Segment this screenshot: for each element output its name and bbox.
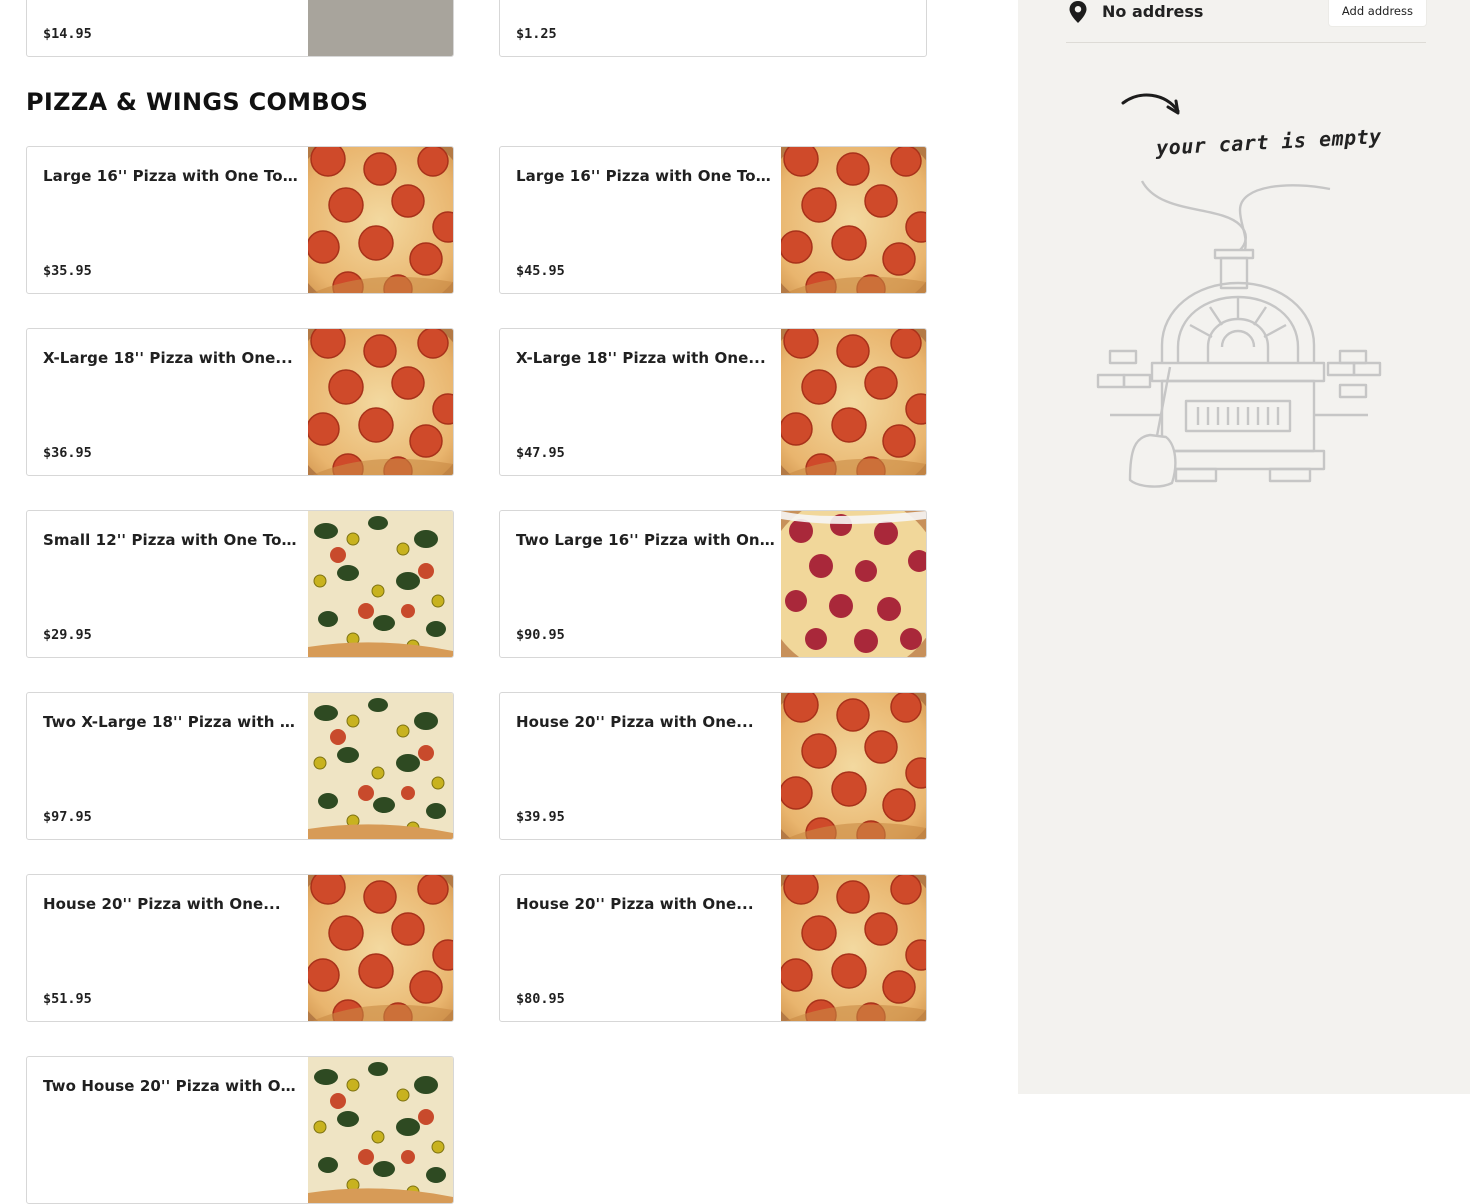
menu-item-card[interactable]: Large 16'' Pizza with One Toppin... $35.… [26, 146, 454, 294]
item-price: $47.95 [516, 445, 565, 461]
item-name: Large 16'' Pizza with One Toppin... [516, 167, 778, 185]
menu-item-card[interactable]: House 20'' Pizza with One... $51.95 [26, 874, 454, 1022]
item-image [308, 1057, 453, 1203]
item-name: Two Large 16'' Pizza with One... [516, 531, 778, 549]
menu-item-card[interactable]: House 20'' Pizza with One... $80.95 [499, 874, 927, 1022]
location-pin-icon [1069, 1, 1087, 23]
menu-item-card[interactable]: $1.25 [499, 0, 927, 57]
menu-item-card[interactable]: X-Large 18'' Pizza with One... $47.95 [499, 328, 927, 476]
item-image [308, 329, 453, 475]
item-price: $97.95 [43, 809, 92, 825]
item-image [781, 693, 926, 839]
item-image [308, 875, 453, 1021]
item-name: Small 12'' Pizza with One Toppin... [43, 531, 305, 549]
delivery-address-row: No address Add address [1066, 0, 1426, 43]
menu-item-card[interactable]: Two House 20'' Pizza with One... [26, 1056, 454, 1204]
address-label: No address [1102, 2, 1204, 21]
item-name: Two X-Large 18'' Pizza with One... [43, 713, 305, 731]
menu-item-card[interactable]: House 20'' Pizza with One... $39.95 [499, 692, 927, 840]
item-name: House 20'' Pizza with One... [516, 713, 754, 731]
item-price: $45.95 [516, 263, 565, 279]
menu-item-card[interactable]: Two Large 16'' Pizza with One... $90.95 [499, 510, 927, 658]
item-image [781, 511, 926, 657]
menu-item-card[interactable]: Two X-Large 18'' Pizza with One... $97.9… [26, 692, 454, 840]
item-price: $80.95 [516, 991, 565, 1007]
item-price: $39.95 [516, 809, 565, 825]
item-image [781, 329, 926, 475]
item-price: $51.95 [43, 991, 92, 1007]
item-image [308, 147, 453, 293]
item-price: $90.95 [516, 627, 565, 643]
menu-item-card[interactable]: $14.95 [26, 0, 454, 57]
menu-item-card[interactable]: X-Large 18'' Pizza with One... $36.95 [26, 328, 454, 476]
menu-main: $14.95 $1.25 PIZZA & WINGS COMBOS Large … [0, 0, 1018, 1204]
section-title: PIZZA & WINGS COMBOS [26, 88, 369, 116]
item-price: $35.95 [43, 263, 92, 279]
item-name: House 20'' Pizza with One... [516, 895, 754, 913]
item-name: Large 16'' Pizza with One Toppin... [43, 167, 305, 185]
add-address-button[interactable]: Add address [1328, 0, 1426, 26]
item-name: X-Large 18'' Pizza with One... [43, 349, 293, 367]
item-image [308, 511, 453, 657]
item-price: $29.95 [43, 627, 92, 643]
menu-item-card[interactable]: Large 16'' Pizza with One Toppin... $45.… [499, 146, 927, 294]
item-image [781, 147, 926, 293]
item-name: Two House 20'' Pizza with One... [43, 1077, 305, 1095]
item-price: $14.95 [43, 26, 92, 42]
item-image [308, 693, 453, 839]
item-name: X-Large 18'' Pizza with One... [516, 349, 766, 367]
item-image [781, 875, 926, 1021]
item-price: $1.25 [516, 26, 557, 42]
item-price: $36.95 [43, 445, 92, 461]
item-image [308, 0, 453, 56]
menu-item-card[interactable]: Small 12'' Pizza with One Toppin... $29.… [26, 510, 454, 658]
item-name: House 20'' Pizza with One... [43, 895, 281, 913]
